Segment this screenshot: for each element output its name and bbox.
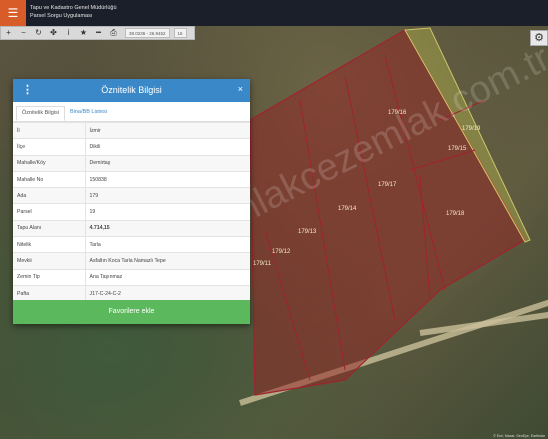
attribute-panel: ⋮ Öznitelik Bilgisi × Öznitelik Bilgisi … (13, 79, 250, 324)
row-value: 4.714,15 (85, 219, 250, 237)
table-row: Mevkii Asfaltın Koca Tarla Namazlı Tepe (13, 252, 250, 270)
print-icon[interactable]: ⎙ (106, 27, 121, 39)
map-toolbar: + − ↻ ✤ i ★ ━ ⎙ 38.0236 - 26.9452 16 (0, 26, 195, 40)
add-favorite-button[interactable]: Favorilere ekle (13, 300, 250, 324)
brand-subtitle: Parsel Sorgu Uygulaması (30, 13, 93, 19)
ruler-icon[interactable]: ━ (91, 27, 106, 39)
row-key: Zemin Tip (13, 268, 86, 286)
parcel-label: 179/11 (253, 261, 272, 267)
row-value: 19 (85, 203, 250, 221)
row-value: 179 (85, 187, 250, 204)
table-row: Zemin Tip Ana Taşınmaz (13, 268, 250, 286)
top-bar: ☰ Tapu ve Kadastro Genel Müdürlüğü Parse… (0, 0, 548, 26)
row-value: İzmir (85, 121, 250, 139)
row-value: Ana Taşınmaz (85, 268, 250, 286)
table-row: Nitelik Tarla (13, 236, 250, 253)
brand: Tapu ve Kadastro Genel Müdürlüğü Parsel … (30, 4, 117, 20)
row-key: Mahalle/Köy (13, 154, 86, 172)
row-key: Mevkii (13, 252, 86, 270)
panel-tabs: Öznitelik Bilgisi Bina/BB Listesi (13, 102, 250, 122)
map-attribution: © Esri, Maxar, GeoEye, Earthstar (493, 434, 545, 438)
minus-icon[interactable]: − (16, 27, 31, 39)
row-value: Asfaltın Koca Tarla Namazlı Tepe (85, 252, 250, 270)
tab-attributes[interactable]: Öznitelik Bilgisi (16, 106, 65, 121)
parcel-label: 179/17 (378, 182, 397, 188)
table-row: Mahalle/Köy Demirtaş (13, 154, 250, 172)
zoom-readout: 16 (173, 28, 187, 38)
row-key: Tapu Alanı (13, 219, 86, 237)
row-key: Ada (13, 187, 86, 204)
table-row: Parsel 19 (13, 203, 250, 221)
table-row: İl İzmir (13, 121, 250, 139)
brand-title: Tapu ve Kadastro Genel Müdürlüğü (30, 5, 117, 11)
star-icon[interactable]: ★ (76, 27, 91, 39)
table-row: İlçe Dikili (13, 138, 250, 156)
row-value: Dikili (85, 138, 250, 156)
row-value: Demirtaş (85, 154, 250, 172)
row-value: 150838 (85, 170, 250, 188)
attribute-table: İl İzmir İlçe Dikili Mahalle/Köy Demirtaş M… (13, 121, 250, 302)
gear-icon[interactable]: ⚙ (530, 30, 548, 46)
parcel-label: 179/15 (448, 146, 467, 152)
panel-title: Öznitelik Bilgisi (101, 85, 162, 95)
row-key: İl (13, 121, 86, 139)
tab-building-list[interactable]: Bina/BB Listesi (65, 106, 112, 121)
coordinate-readout: 38.0236 - 26.9452 (125, 28, 170, 38)
parcel-label: 179/13 (298, 229, 317, 235)
row-key: İlçe (13, 138, 86, 156)
parcel-label: 179/19 (462, 126, 481, 132)
plus-icon[interactable]: + (1, 27, 16, 39)
row-value: Tarla (85, 236, 250, 253)
panel-header: ⋮ Öznitelik Bilgisi × (13, 79, 250, 102)
parcel-label: 179/14 (338, 206, 357, 212)
row-key: Nitelik (13, 236, 86, 253)
row-key: Parsel (13, 203, 86, 221)
close-icon[interactable]: × (238, 84, 243, 94)
locate-icon[interactable]: ✤ (46, 27, 61, 39)
table-row: Ada 179 (13, 187, 250, 204)
table-row: Mahalle No 150838 (13, 170, 250, 188)
refresh-icon[interactable]: ↻ (31, 27, 46, 39)
parcel-label: 179/18 (446, 211, 465, 217)
parcel-label: 179/12 (272, 249, 291, 255)
info-icon[interactable]: i (61, 27, 76, 39)
table-row: Tapu Alanı 4.714,15 (13, 219, 250, 237)
hamburger-icon[interactable]: ☰ (0, 0, 26, 26)
row-key: Mahalle No (13, 170, 86, 188)
